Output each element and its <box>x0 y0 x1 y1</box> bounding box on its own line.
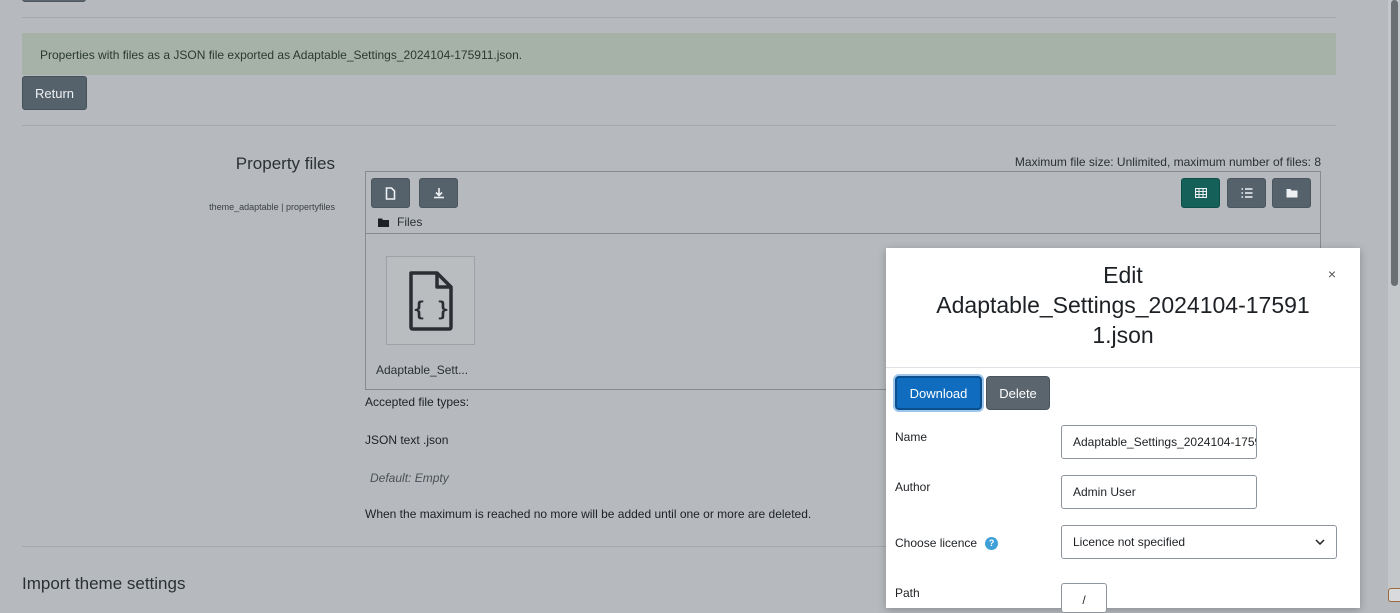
property-files-label: Property files <box>235 154 335 173</box>
breadcrumb: Files <box>378 215 422 229</box>
download-icon <box>433 188 444 199</box>
dialog-title-line: Adaptable_Settings_2024104-17591 <box>936 292 1310 318</box>
dialog-title-line: 1.json <box>1092 322 1154 348</box>
licence-label-text: Choose licence <box>895 536 978 550</box>
author-field[interactable]: Admin User <box>1061 475 1257 509</box>
delete-button[interactable]: Delete <box>986 376 1050 410</box>
divider <box>886 367 1360 368</box>
svg-text:{ }: { } <box>412 297 448 321</box>
licence-select[interactable]: Licence not specified <box>1061 525 1337 559</box>
path-select[interactable]: / <box>1061 583 1107 613</box>
json-file-icon: { } <box>408 270 453 331</box>
download-all-button[interactable] <box>419 178 458 208</box>
accepted-types-label: Accepted file types: <box>365 395 470 409</box>
max-files-note: When the maximum is reached no more will… <box>365 507 812 521</box>
list-view-icon <box>1241 188 1252 198</box>
add-file-button[interactable] <box>371 178 410 208</box>
dialog-title-line: Edit <box>1103 262 1143 288</box>
grid-view-icon <box>1194 188 1207 198</box>
licence-label: Choose licence ? <box>895 536 999 550</box>
export-success-alert: Properties with files as a JSON file exp… <box>22 33 1336 75</box>
view-list-button[interactable] <box>1227 178 1266 208</box>
name-label: Name <box>895 430 927 444</box>
folder-view-icon <box>1286 189 1297 198</box>
licence-selected-value: Licence not specified <box>1073 535 1186 549</box>
chevron-down-icon <box>1315 539 1325 545</box>
page-scrollbar-thumb[interactable] <box>1391 0 1398 286</box>
folder-icon <box>378 218 389 227</box>
import-theme-settings-heading: Import theme settings <box>22 574 186 593</box>
breadcrumb-files[interactable]: Files <box>397 215 422 229</box>
path-value: / <box>1082 593 1086 607</box>
dialog-title: Edit Adaptable_Settings_2024104-17591 1.… <box>886 260 1360 350</box>
name-label-text: Name <box>895 430 928 444</box>
divider <box>366 233 1320 234</box>
author-label: Author <box>895 480 930 494</box>
help-icon[interactable]: ? <box>985 536 999 550</box>
top-button-fragment[interactable] <box>22 0 86 2</box>
download-button[interactable]: Download <box>895 376 982 410</box>
path-label: Path <box>895 586 920 600</box>
path-label-text: Path <box>895 586 920 600</box>
property-setting-name: theme_adaptable | propertyfiles <box>209 202 335 212</box>
name-field[interactable]: Adaptable_Settings_2024104-175911.json <box>1061 425 1257 459</box>
divider <box>22 125 1336 126</box>
close-icon[interactable]: × <box>1328 266 1336 282</box>
max-file-size-info: Maximum file size: Unlimited, maximum nu… <box>1014 155 1321 169</box>
divider <box>22 17 1336 18</box>
add-file-icon <box>385 186 396 200</box>
file-item-thumbnail[interactable]: { } <box>386 256 475 345</box>
file-item-name[interactable]: Adaptable_Sett... <box>376 363 468 377</box>
view-icons-button[interactable] <box>1181 178 1220 208</box>
default-value: Default: Empty <box>370 471 449 485</box>
edit-file-dialog: Edit Adaptable_Settings_2024104-17591 1.… <box>886 248 1360 613</box>
view-tree-button[interactable] <box>1272 178 1311 208</box>
return-button[interactable]: Return <box>22 76 87 110</box>
alert-message: Properties with files as a JSON file exp… <box>40 48 523 62</box>
author-label-text: Author <box>895 480 931 494</box>
accepted-types-value: JSON text .json <box>365 433 449 447</box>
